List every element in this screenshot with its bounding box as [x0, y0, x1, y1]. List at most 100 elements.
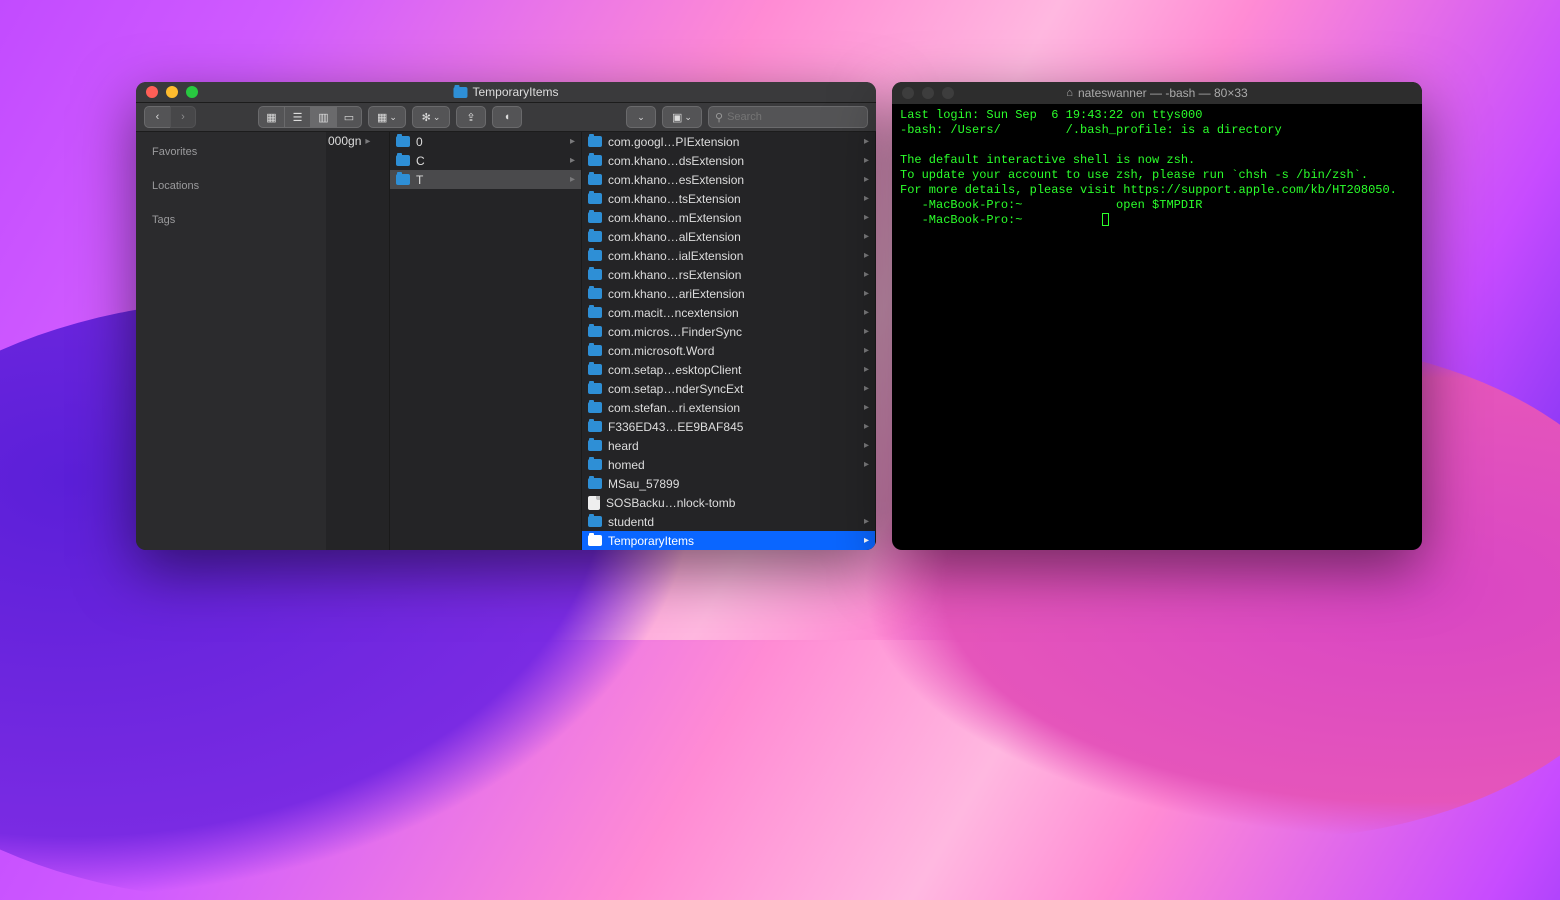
icon-view-button[interactable]: ▦ [258, 106, 284, 128]
arrange-button[interactable]: ▦ ⌄ [368, 106, 406, 128]
search-icon: ⚲ [715, 111, 723, 124]
item-label: com.khano…rsExtension [608, 268, 858, 282]
list-item[interactable]: com.khano…tsExtension ▸ [582, 189, 875, 208]
close-button[interactable] [146, 86, 158, 98]
item-label: com.stefan…ri.extension [608, 401, 858, 415]
list-item[interactable]: com.setap…esktopClient▸ [582, 360, 875, 379]
folder-label: 0 [416, 135, 564, 149]
list-item[interactable]: com.micros…FinderSync▸ [582, 322, 875, 341]
tags-button[interactable]: ◖ [492, 106, 522, 128]
sidebar-favorites[interactable]: Favorites [136, 140, 326, 164]
folder-icon [588, 364, 602, 375]
finder-toolbar: ‹ › ▦ ☰ ▥ ▭ ▦ ⌄ ✻ ⌄ ⇪ ◖ ⌄ ▣ ⌄ ⚲ [136, 103, 876, 132]
list-item[interactable]: T▸ [390, 170, 581, 189]
close-button[interactable] [902, 87, 914, 99]
chevron-right-icon: ▸ [864, 250, 869, 261]
list-item[interactable]: homed▸ [582, 455, 875, 474]
folder-icon [588, 383, 602, 394]
list-view-button[interactable]: ☰ [284, 106, 310, 128]
item-label: com.khano…alExtension [608, 230, 858, 244]
item-label: com.khano…dsExtension [608, 154, 858, 168]
chevron-right-icon: ▸ [570, 174, 575, 185]
list-item[interactable]: F336ED43…EE9BAF845▸ [582, 417, 875, 436]
list-item[interactable]: com.khano…ialExtension▸ [582, 246, 875, 265]
gallery-view-button[interactable]: ▭ [336, 106, 362, 128]
list-item[interactable]: com.googl…PIExtension ▸ [582, 132, 875, 151]
chevron-right-icon: ▸ [864, 364, 869, 375]
list-item[interactable]: com.khano…esExtension▸ [582, 170, 875, 189]
terminal-title: ⌂ nateswanner — -bash — 80×33 [1066, 86, 1247, 100]
chevron-right-icon: ▸ [864, 193, 869, 204]
minimize-button[interactable] [922, 87, 934, 99]
folder-icon [588, 440, 602, 451]
list-item[interactable]: 0▸ [390, 132, 581, 151]
folder-icon [588, 326, 602, 337]
dropdown-button[interactable]: ⌄ [626, 106, 656, 128]
list-item[interactable]: com.khano…ariExtension▸ [582, 284, 875, 303]
zoom-button[interactable] [186, 86, 198, 98]
item-label: com.khano…tsExtension [608, 192, 858, 206]
list-item[interactable]: com.macit…ncextension▸ [582, 303, 875, 322]
list-item[interactable]: MSau_57899 [582, 474, 875, 493]
parent-folder[interactable]: 000gn ▸ [326, 132, 372, 150]
finder-sidebar: Favorites Locations Tags [136, 132, 326, 550]
zoom-button[interactable] [942, 87, 954, 99]
chevron-right-icon: ▸ [864, 459, 869, 470]
sidebar-locations[interactable]: Locations [136, 174, 326, 198]
folder-label: T [416, 173, 564, 187]
item-label: com.khano…ariExtension [608, 287, 858, 301]
window-title-text: TemporaryItems [472, 85, 558, 99]
list-item[interactable]: SOSBacku…nlock-tomb [582, 493, 875, 512]
list-item[interactable]: com.setap…nderSyncExt ▸ [582, 379, 875, 398]
folder-icon [588, 288, 602, 299]
column-view-button[interactable]: ▥ [310, 106, 336, 128]
window-title: TemporaryItems [453, 85, 558, 99]
folder-icon [588, 269, 602, 280]
list-item[interactable]: com.khano…mExtension ▸ [582, 208, 875, 227]
folder-icon [588, 155, 602, 166]
chevron-right-icon: ▸ [864, 212, 869, 223]
column-3: com.googl…PIExtension ▸ com.khano…dsExtens… [582, 132, 876, 550]
folder-icon [588, 345, 602, 356]
item-label: com.setap…nderSyncExt [608, 382, 858, 396]
list-item[interactable]: com.khano…dsExtension▸ [582, 151, 875, 170]
folder-icon [453, 87, 467, 98]
item-label: com.googl…PIExtension [608, 135, 858, 149]
home-icon: ⌂ [1066, 87, 1073, 99]
folder-icon [396, 155, 410, 166]
minimize-button[interactable] [166, 86, 178, 98]
terminal-titlebar[interactable]: ⌂ nateswanner — -bash — 80×33 [892, 82, 1422, 104]
folder-icon [588, 212, 602, 223]
list-item[interactable]: heard▸ [582, 436, 875, 455]
search-input[interactable] [727, 111, 869, 123]
path-button[interactable]: ▣ ⌄ [662, 106, 702, 128]
action-button[interactable]: ✻ ⌄ [412, 106, 450, 128]
chevron-right-icon: ▸ [864, 231, 869, 242]
share-button[interactable]: ⇪ [456, 106, 486, 128]
list-item[interactable]: com.khano…alExtension ▸ [582, 227, 875, 246]
folder-label: C [416, 154, 564, 168]
folder-icon [588, 516, 602, 527]
item-label: heard [608, 439, 858, 453]
folder-icon [588, 535, 602, 546]
back-button[interactable]: ‹ [144, 106, 170, 128]
search-box[interactable]: ⚲ [708, 106, 868, 128]
chevron-right-icon: ▸ [864, 383, 869, 394]
list-item[interactable]: com.stefan…ri.extension▸ [582, 398, 875, 417]
terminal-window: ⌂ nateswanner — -bash — 80×33 Last login… [892, 82, 1422, 550]
list-item[interactable]: TemporaryItems▸ [582, 531, 875, 550]
chevron-right-icon: ▸ [864, 421, 869, 432]
forward-button[interactable]: › [170, 106, 196, 128]
chevron-right-icon: ▸ [864, 136, 869, 147]
list-item[interactable]: studentd▸ [582, 512, 875, 531]
list-item[interactable]: com.khano…rsExtension▸ [582, 265, 875, 284]
sidebar-tags[interactable]: Tags [136, 208, 326, 232]
terminal-body[interactable]: Last login: Sun Sep 6 19:43:22 on ttys00… [892, 104, 1422, 550]
folder-icon [588, 421, 602, 432]
list-item[interactable]: com.microsoft.Word▸ [582, 341, 875, 360]
item-label: com.micros…FinderSync [608, 325, 858, 339]
terminal-title-text: nateswanner — -bash — 80×33 [1078, 86, 1248, 100]
item-label: com.khano…mExtension [608, 211, 858, 225]
finder-titlebar[interactable]: TemporaryItems [136, 82, 876, 103]
list-item[interactable]: C▸ [390, 151, 581, 170]
